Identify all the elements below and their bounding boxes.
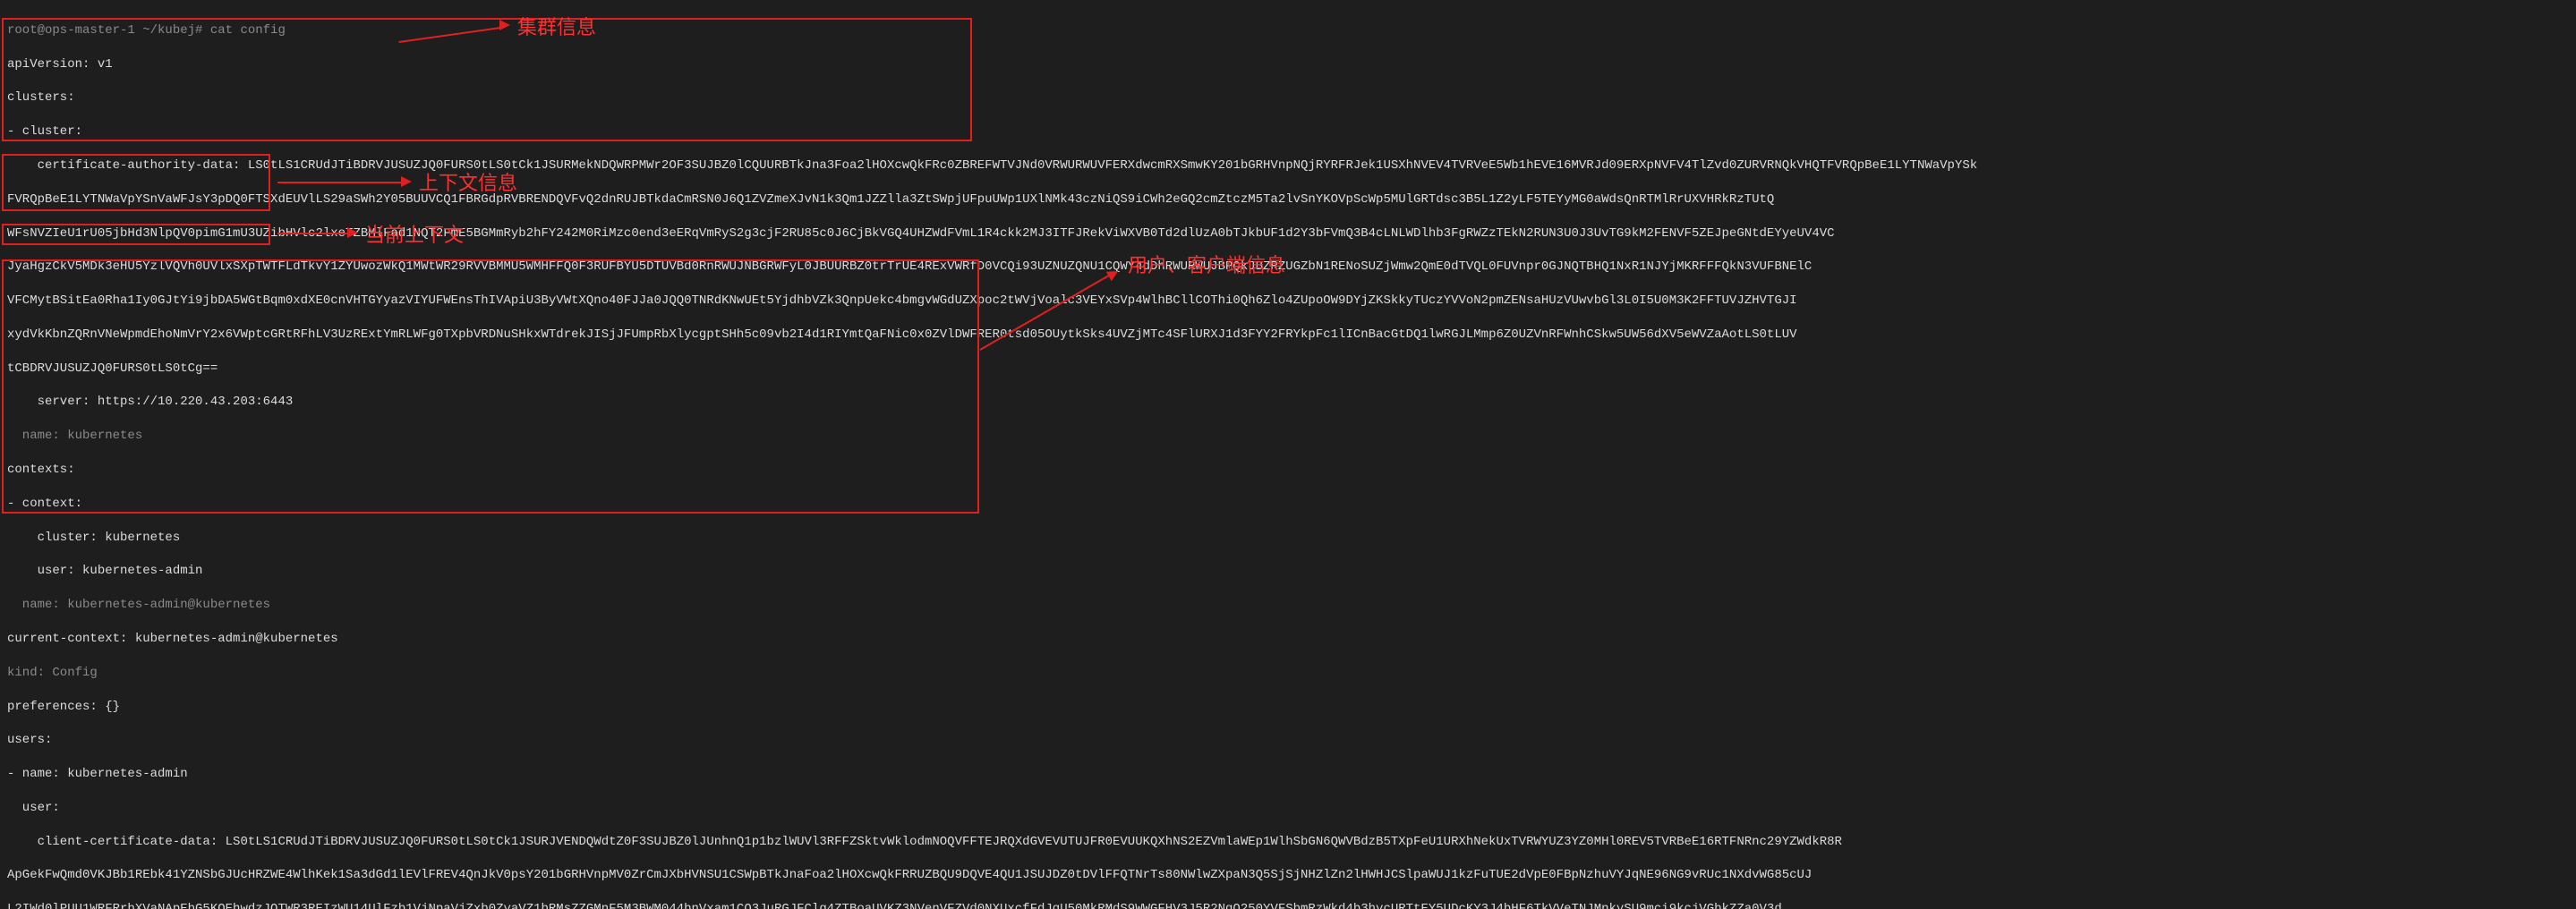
cert-line-6: xydVkKbnZQRnVNeWpmdEhoNmVrY2x6VWptcGRtRF…: [7, 327, 2569, 344]
cert-line-2: FVRQpBeE1LYTNWaVpYSnVaWFJsY3pDQ0FTSXdEUV…: [7, 191, 2569, 208]
context-user: user: kubernetes-admin: [7, 563, 2569, 580]
cert-line-5: VFCMytBSitEa0Rha1Iy0GJtYi9jbDA5WGtBqm0xd…: [7, 293, 2569, 310]
user-name: - name: kubernetes-admin: [7, 766, 2569, 783]
preferences-line: preferences: {}: [7, 699, 2569, 716]
cluster-item: - cluster:: [7, 123, 2569, 140]
cert-line-1: certificate-authority-data: LS0tLS1CRUdJ…: [7, 157, 2569, 174]
apiversion: apiVersion: v1: [7, 56, 2569, 73]
cert-line-3: WFsNVZIeU1rU05jbHd3NlpQV0pimG1mU3UZibHVl…: [7, 225, 2569, 242]
context-name: name: kubernetes-admin@kubernetes: [7, 597, 2569, 614]
current-context: current-context: kubernetes-admin@kubern…: [7, 631, 2569, 648]
context-item: - context:: [7, 496, 2569, 513]
kind-line: kind: Config: [7, 665, 2569, 682]
client-cert-1: client-certificate-data: LS0tLS1CRUdJTiB…: [7, 834, 2569, 851]
client-cert-3: L2IWd0lPUU1WRFRrbXVaNApEbG5KOEhwdzJQTWR3…: [7, 901, 2569, 909]
cert-line-7: tCBDRVJUSUZJQ0FURS0tLS0tCg==: [7, 361, 2569, 378]
prompt-line: root@ops-master-1 ~/kubej# cat config: [7, 22, 2569, 39]
cert-line-4: JyaHgzCkV5MDk3eHU5YzlVQVh0UVlxSXpTWTFLdT…: [7, 259, 2569, 276]
users-key: users:: [7, 732, 2569, 749]
client-cert-2: ApGekFwQmd0VKJBb1REbk41YZNSbGJUcHRZWE4Wl…: [7, 867, 2569, 884]
clusters-key: clusters:: [7, 89, 2569, 106]
context-cluster: cluster: kubernetes: [7, 530, 2569, 547]
name-kubernetes: name: kubernetes: [7, 428, 2569, 445]
user-key: user:: [7, 800, 2569, 817]
terminal-output: root@ops-master-1 ~/kubej# cat config ap…: [0, 0, 2576, 909]
server-line: server: https://10.220.43.203:6443: [7, 394, 2569, 411]
contexts-key: contexts:: [7, 462, 2569, 479]
